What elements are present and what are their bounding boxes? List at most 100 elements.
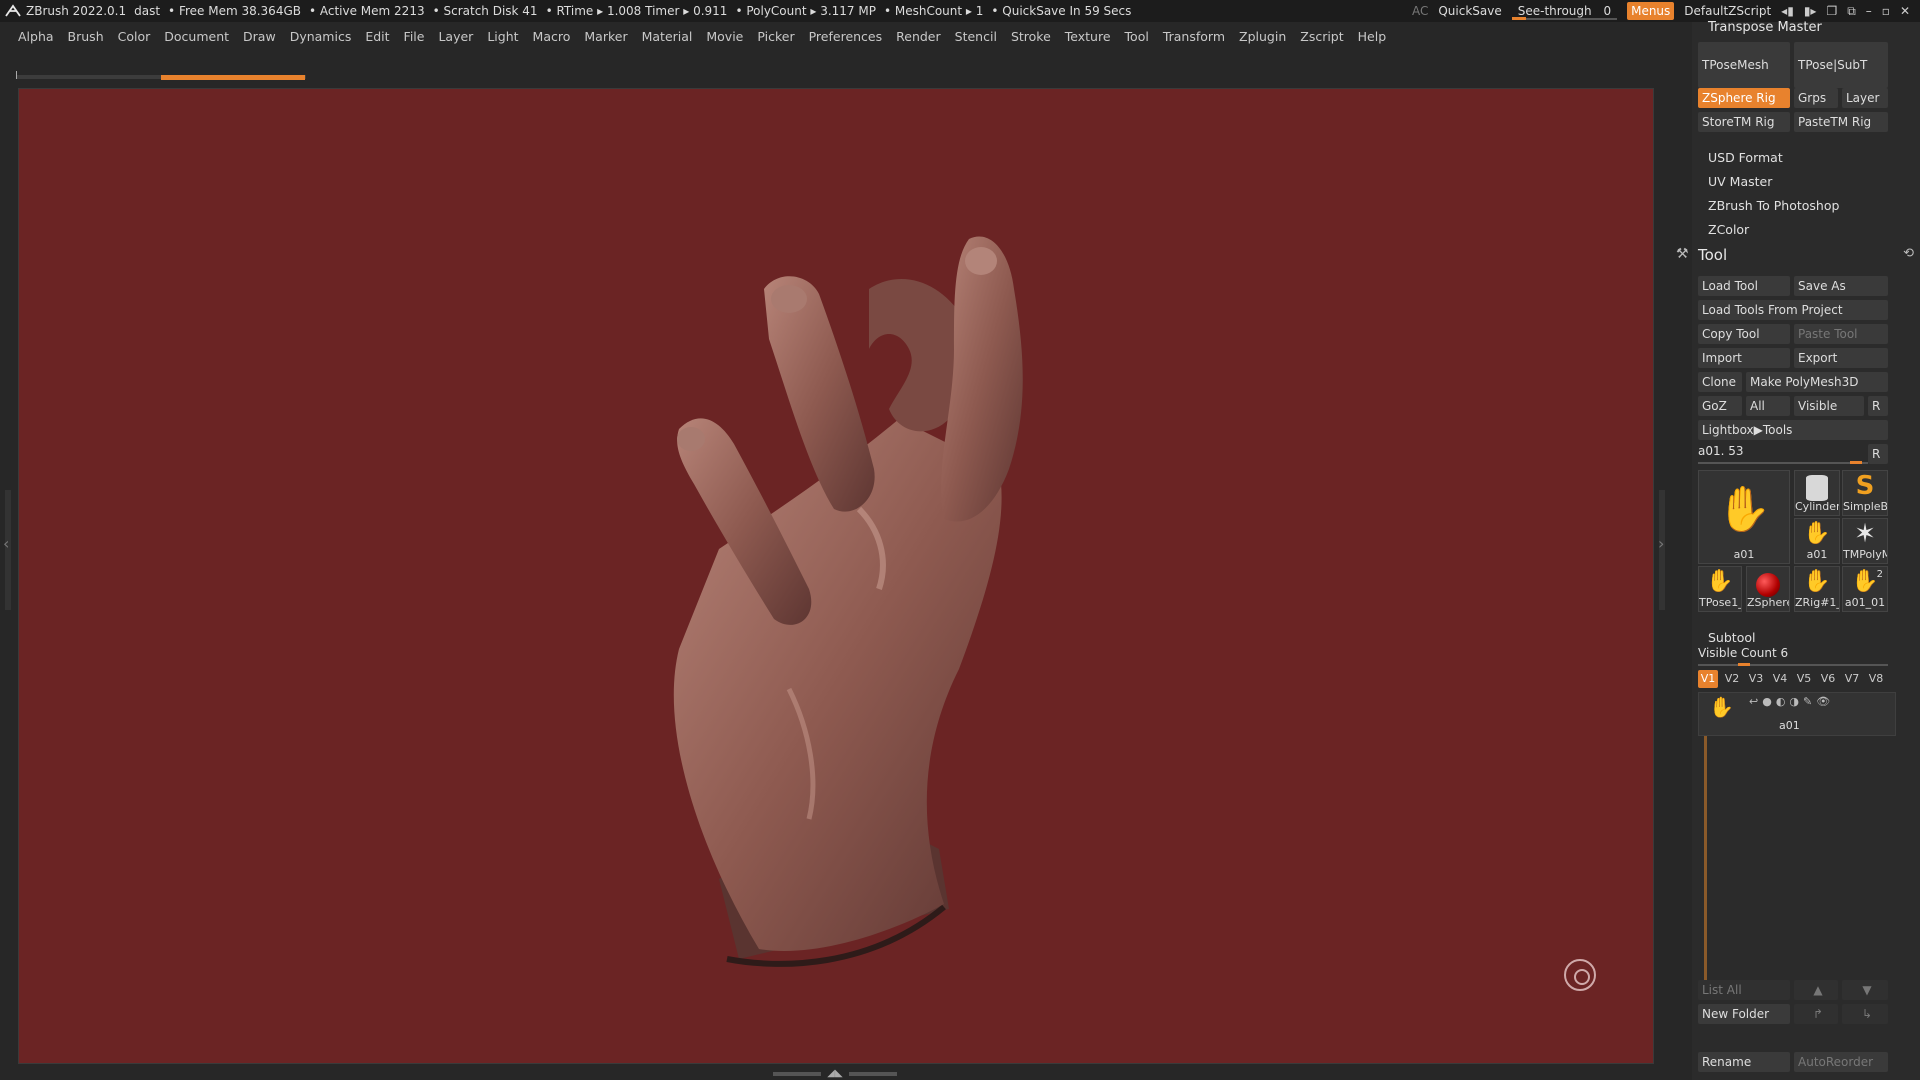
menu-stencil[interactable]: Stencil xyxy=(955,29,997,44)
subtool-title[interactable]: Subtool xyxy=(1708,630,1755,645)
tool-thumb-a01-small[interactable]: ✋ a01 xyxy=(1794,518,1840,564)
menu-render[interactable]: Render xyxy=(896,29,941,44)
goz-visible-button[interactable]: Visible xyxy=(1794,396,1864,416)
menu-edit[interactable]: Edit xyxy=(365,29,389,44)
subtool-v3-tab[interactable]: V3 xyxy=(1746,670,1766,688)
canvas-viewport[interactable] xyxy=(18,88,1654,1064)
store-tm-rig-button[interactable]: StoreTM Rig xyxy=(1698,112,1790,132)
list-all-button[interactable]: List All xyxy=(1698,980,1790,1000)
goz-r-button[interactable]: R xyxy=(1868,396,1888,416)
layout-right-icon[interactable]: ▮▸ xyxy=(1804,4,1817,19)
folder-up-icon[interactable]: ↱ xyxy=(1794,1004,1838,1024)
menu-dynamics[interactable]: Dynamics xyxy=(290,29,352,44)
menu-macro[interactable]: Macro xyxy=(533,29,571,44)
tool-thumb-zsphere[interactable]: ZSphere xyxy=(1746,566,1790,612)
menu-brush[interactable]: Brush xyxy=(68,29,104,44)
quicksave-button[interactable]: QuickSave xyxy=(1438,4,1501,18)
zbrush-to-photoshop-plugin[interactable]: ZBrush To Photoshop xyxy=(1708,198,1839,213)
move-down-icon[interactable]: ▼ xyxy=(1842,980,1888,1000)
subtool-item-a01[interactable]: ✋ ↩●◐◑✎👁 a01 xyxy=(1698,692,1896,736)
subtool-v8-tab[interactable]: V8 xyxy=(1866,670,1886,688)
menu-document[interactable]: Document xyxy=(164,29,229,44)
usd-format-plugin[interactable]: USD Format xyxy=(1708,150,1783,165)
save-as-button[interactable]: Save As xyxy=(1794,276,1888,296)
bottom-tray-handle[interactable]: ◢◣ xyxy=(770,1069,900,1079)
import-button[interactable]: Import xyxy=(1698,348,1790,368)
subtool-v2-tab[interactable]: V2 xyxy=(1722,670,1742,688)
menu-texture[interactable]: Texture xyxy=(1065,29,1111,44)
tool-thumb-a01-01[interactable]: ✋ 2 a01_01 xyxy=(1842,566,1888,612)
menu-draw[interactable]: Draw xyxy=(243,29,276,44)
export-button[interactable]: Export xyxy=(1794,348,1888,368)
lightbox-tools-button[interactable]: Lightbox▶Tools xyxy=(1698,420,1888,440)
ac-button[interactable]: AC xyxy=(1412,4,1428,18)
default-zscript-button[interactable]: DefaultZScript xyxy=(1684,4,1771,18)
menu-transform[interactable]: Transform xyxy=(1163,29,1225,44)
current-tool-r-button[interactable]: R xyxy=(1868,444,1888,464)
maximize-icon[interactable]: ▫ xyxy=(1882,4,1890,19)
menus-toggle-button[interactable]: Menus xyxy=(1627,2,1675,20)
paste-tm-rig-button[interactable]: PasteTM Rig xyxy=(1794,112,1888,132)
layout-left-icon[interactable]: ◂▮ xyxy=(1781,4,1794,19)
tool-thumb-tmpolymesh[interactable]: ✶ TMPolyM xyxy=(1842,518,1888,564)
tool-thumb-simpleb[interactable]: S SimpleB xyxy=(1842,470,1888,516)
tool-thumb-tpose1[interactable]: ✋ TPose1_ xyxy=(1698,566,1742,612)
menu-material[interactable]: Material xyxy=(642,29,693,44)
see-through-slider[interactable]: See-through 0 xyxy=(1511,4,1618,20)
menu-alpha[interactable]: Alpha xyxy=(18,29,54,44)
left-tray-handle[interactable] xyxy=(3,490,11,610)
tool-thumb-cylinder[interactable]: Cylinder xyxy=(1794,470,1840,516)
menu-tool[interactable]: Tool xyxy=(1125,29,1149,44)
paste-tool-button[interactable]: Paste Tool xyxy=(1794,324,1888,344)
restore-layout-icon[interactable]: ⧉ xyxy=(1847,4,1856,19)
goz-all-button[interactable]: All xyxy=(1746,396,1790,416)
right-tray-handle[interactable] xyxy=(1658,490,1665,610)
subtool-controls[interactable]: ↩●◐◑✎👁 xyxy=(1749,695,1834,708)
subtool-v7-tab[interactable]: V7 xyxy=(1842,670,1862,688)
tool-palette-header[interactable]: ⚒ Tool ⟲ xyxy=(1676,244,1920,266)
uv-master-plugin[interactable]: UV Master xyxy=(1708,174,1772,189)
autoreorder-button[interactable]: AutoReorder xyxy=(1794,1052,1888,1072)
menu-layer[interactable]: Layer xyxy=(438,29,473,44)
pivot-marker-icon[interactable] xyxy=(1564,959,1596,991)
subtool-list-scrollbar[interactable] xyxy=(1704,694,1707,1000)
reset-icon[interactable]: ⟲ xyxy=(1903,246,1914,261)
tool-thumb-zrig[interactable]: ✋ ZRig#1_ xyxy=(1794,566,1840,612)
new-folder-button[interactable]: New Folder xyxy=(1698,1004,1790,1024)
menu-file[interactable]: File xyxy=(404,29,425,44)
menu-marker[interactable]: Marker xyxy=(584,29,627,44)
goz-button[interactable]: GoZ xyxy=(1698,396,1742,416)
folder-down-icon[interactable]: ↳ xyxy=(1842,1004,1888,1024)
tpose-subt-button[interactable]: TPose|SubT xyxy=(1794,42,1888,88)
menu-help[interactable]: Help xyxy=(1358,29,1387,44)
load-tools-from-project-button[interactable]: Load Tools From Project xyxy=(1698,300,1888,320)
grps-button[interactable]: Grps xyxy=(1794,88,1838,108)
clone-button[interactable]: Clone xyxy=(1698,372,1742,392)
tposemesh-button[interactable]: TPoseMesh xyxy=(1698,42,1790,88)
copy-layout-icon[interactable]: ❐ xyxy=(1826,4,1837,19)
current-tool-slider[interactable]: a01. 53 xyxy=(1698,444,1868,464)
zcolor-plugin[interactable]: ZColor xyxy=(1708,222,1749,237)
subtool-v6-tab[interactable]: V6 xyxy=(1818,670,1838,688)
minimize-icon[interactable]: – xyxy=(1866,4,1872,19)
subtool-v1-tab[interactable]: V1 xyxy=(1698,670,1718,688)
tool-thumb-a01-large[interactable]: ✋ a01 xyxy=(1698,470,1790,564)
menu-preferences[interactable]: Preferences xyxy=(809,29,883,44)
subtool-v4-tab[interactable]: V4 xyxy=(1770,670,1790,688)
menu-light[interactable]: Light xyxy=(487,29,518,44)
layer-button[interactable]: Layer xyxy=(1842,88,1888,108)
move-up-icon[interactable]: ▲ xyxy=(1794,980,1838,1000)
copy-tool-button[interactable]: Copy Tool xyxy=(1698,324,1790,344)
visible-count-slider[interactable]: Visible Count 6 xyxy=(1698,646,1888,666)
menu-zplugin[interactable]: Zplugin xyxy=(1239,29,1286,44)
menu-zscript[interactable]: Zscript xyxy=(1300,29,1343,44)
subtool-v5-tab[interactable]: V5 xyxy=(1794,670,1814,688)
rename-button[interactable]: Rename xyxy=(1698,1052,1790,1072)
menu-movie[interactable]: Movie xyxy=(706,29,743,44)
zsphere-rig-button[interactable]: ZSphere Rig xyxy=(1698,88,1790,108)
load-tool-button[interactable]: Load Tool xyxy=(1698,276,1790,296)
close-icon[interactable]: ✕ xyxy=(1900,4,1910,19)
menu-stroke[interactable]: Stroke xyxy=(1011,29,1051,44)
make-polymesh-button[interactable]: Make PolyMesh3D xyxy=(1746,372,1888,392)
menu-picker[interactable]: Picker xyxy=(757,29,794,44)
